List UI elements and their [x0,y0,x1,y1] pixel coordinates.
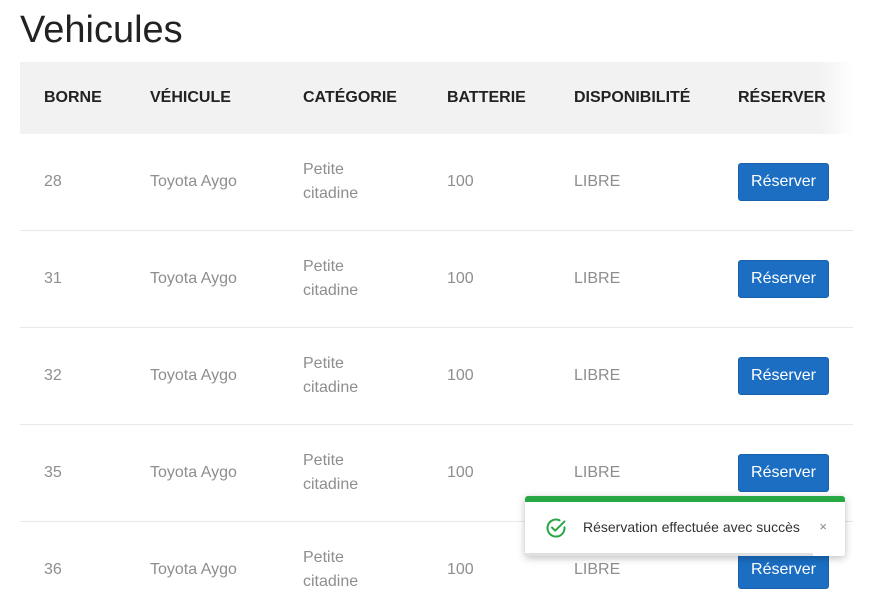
cell-batterie: 100 [447,464,474,481]
cell-vehicule: Toyota Aygo [150,173,237,190]
cell-borne: 32 [44,367,62,384]
toast-message: Réservation effectuée avec succès [583,519,800,535]
cell-batterie: 100 [447,561,474,578]
cell-batterie: 100 [447,173,474,190]
reserver-button[interactable]: Réserver [738,163,829,201]
reserver-button[interactable]: Réserver [738,454,829,492]
cell-batterie: 100 [447,270,474,287]
reserver-button[interactable]: Réserver [738,551,829,589]
cell-batterie: 100 [447,367,474,384]
reserver-button[interactable]: Réserver [738,260,829,298]
cell-borne: 35 [44,464,62,481]
header-batterie: BATTERIE [447,89,526,106]
table-header: BORNE VÉHICULE CATÉGORIE BATTERIE DISPON… [20,62,853,134]
cell-disponibilite: LIBRE [574,173,621,190]
toast-progress-bar [525,553,813,556]
categorie-line1: Petite [303,549,344,566]
categorie-line2: citadine [303,185,359,202]
cell-categorie: Petite citadine [303,449,413,497]
categorie-line1: Petite [303,258,344,275]
header-reserver: RÉSERVER [738,89,826,106]
categorie-line2: citadine [303,379,359,396]
cell-vehicule: Toyota Aygo [150,464,237,481]
categorie-line2: citadine [303,282,359,299]
header-categorie: CATÉGORIE [303,89,397,106]
cell-disponibilite: LIBRE [574,367,621,384]
check-circle-icon [545,517,567,539]
cell-borne: 36 [44,561,62,578]
categorie-line2: citadine [303,573,359,590]
categorie-line1: Petite [303,161,344,178]
table-row: 32 Toyota Aygo Petite citadine 100 LIBRE… [20,328,853,425]
reserver-button[interactable]: Réserver [738,357,829,395]
page-title: Vehicules [20,9,183,51]
header-vehicule: VÉHICULE [150,89,231,106]
cell-vehicule: Toyota Aygo [150,270,237,287]
cell-borne: 28 [44,173,62,190]
header-borne: BORNE [44,89,102,106]
table-row: 28 Toyota Aygo Petite citadine 100 LIBRE… [20,134,853,231]
success-toast[interactable]: Réservation effectuée avec succès × [525,496,845,556]
cell-categorie: Petite citadine [303,546,413,592]
cell-borne: 31 [44,270,62,287]
table-row: 31 Toyota Aygo Petite citadine 100 LIBRE… [20,231,853,328]
cell-vehicule: Toyota Aygo [150,367,237,384]
header-disponibilite: DISPONIBILITÉ [574,89,691,106]
page: Vehicules BORNE VÉHICULE CATÉGORIE BATTE… [0,0,869,592]
cell-categorie: Petite citadine [303,158,413,206]
categorie-line1: Petite [303,355,344,372]
cell-categorie: Petite citadine [303,255,413,303]
categorie-line2: citadine [303,476,359,493]
categorie-line1: Petite [303,452,344,469]
cell-vehicule: Toyota Aygo [150,561,237,578]
close-icon[interactable]: × [819,516,827,538]
cell-categorie: Petite citadine [303,352,413,400]
cell-disponibilite: LIBRE [574,270,621,287]
